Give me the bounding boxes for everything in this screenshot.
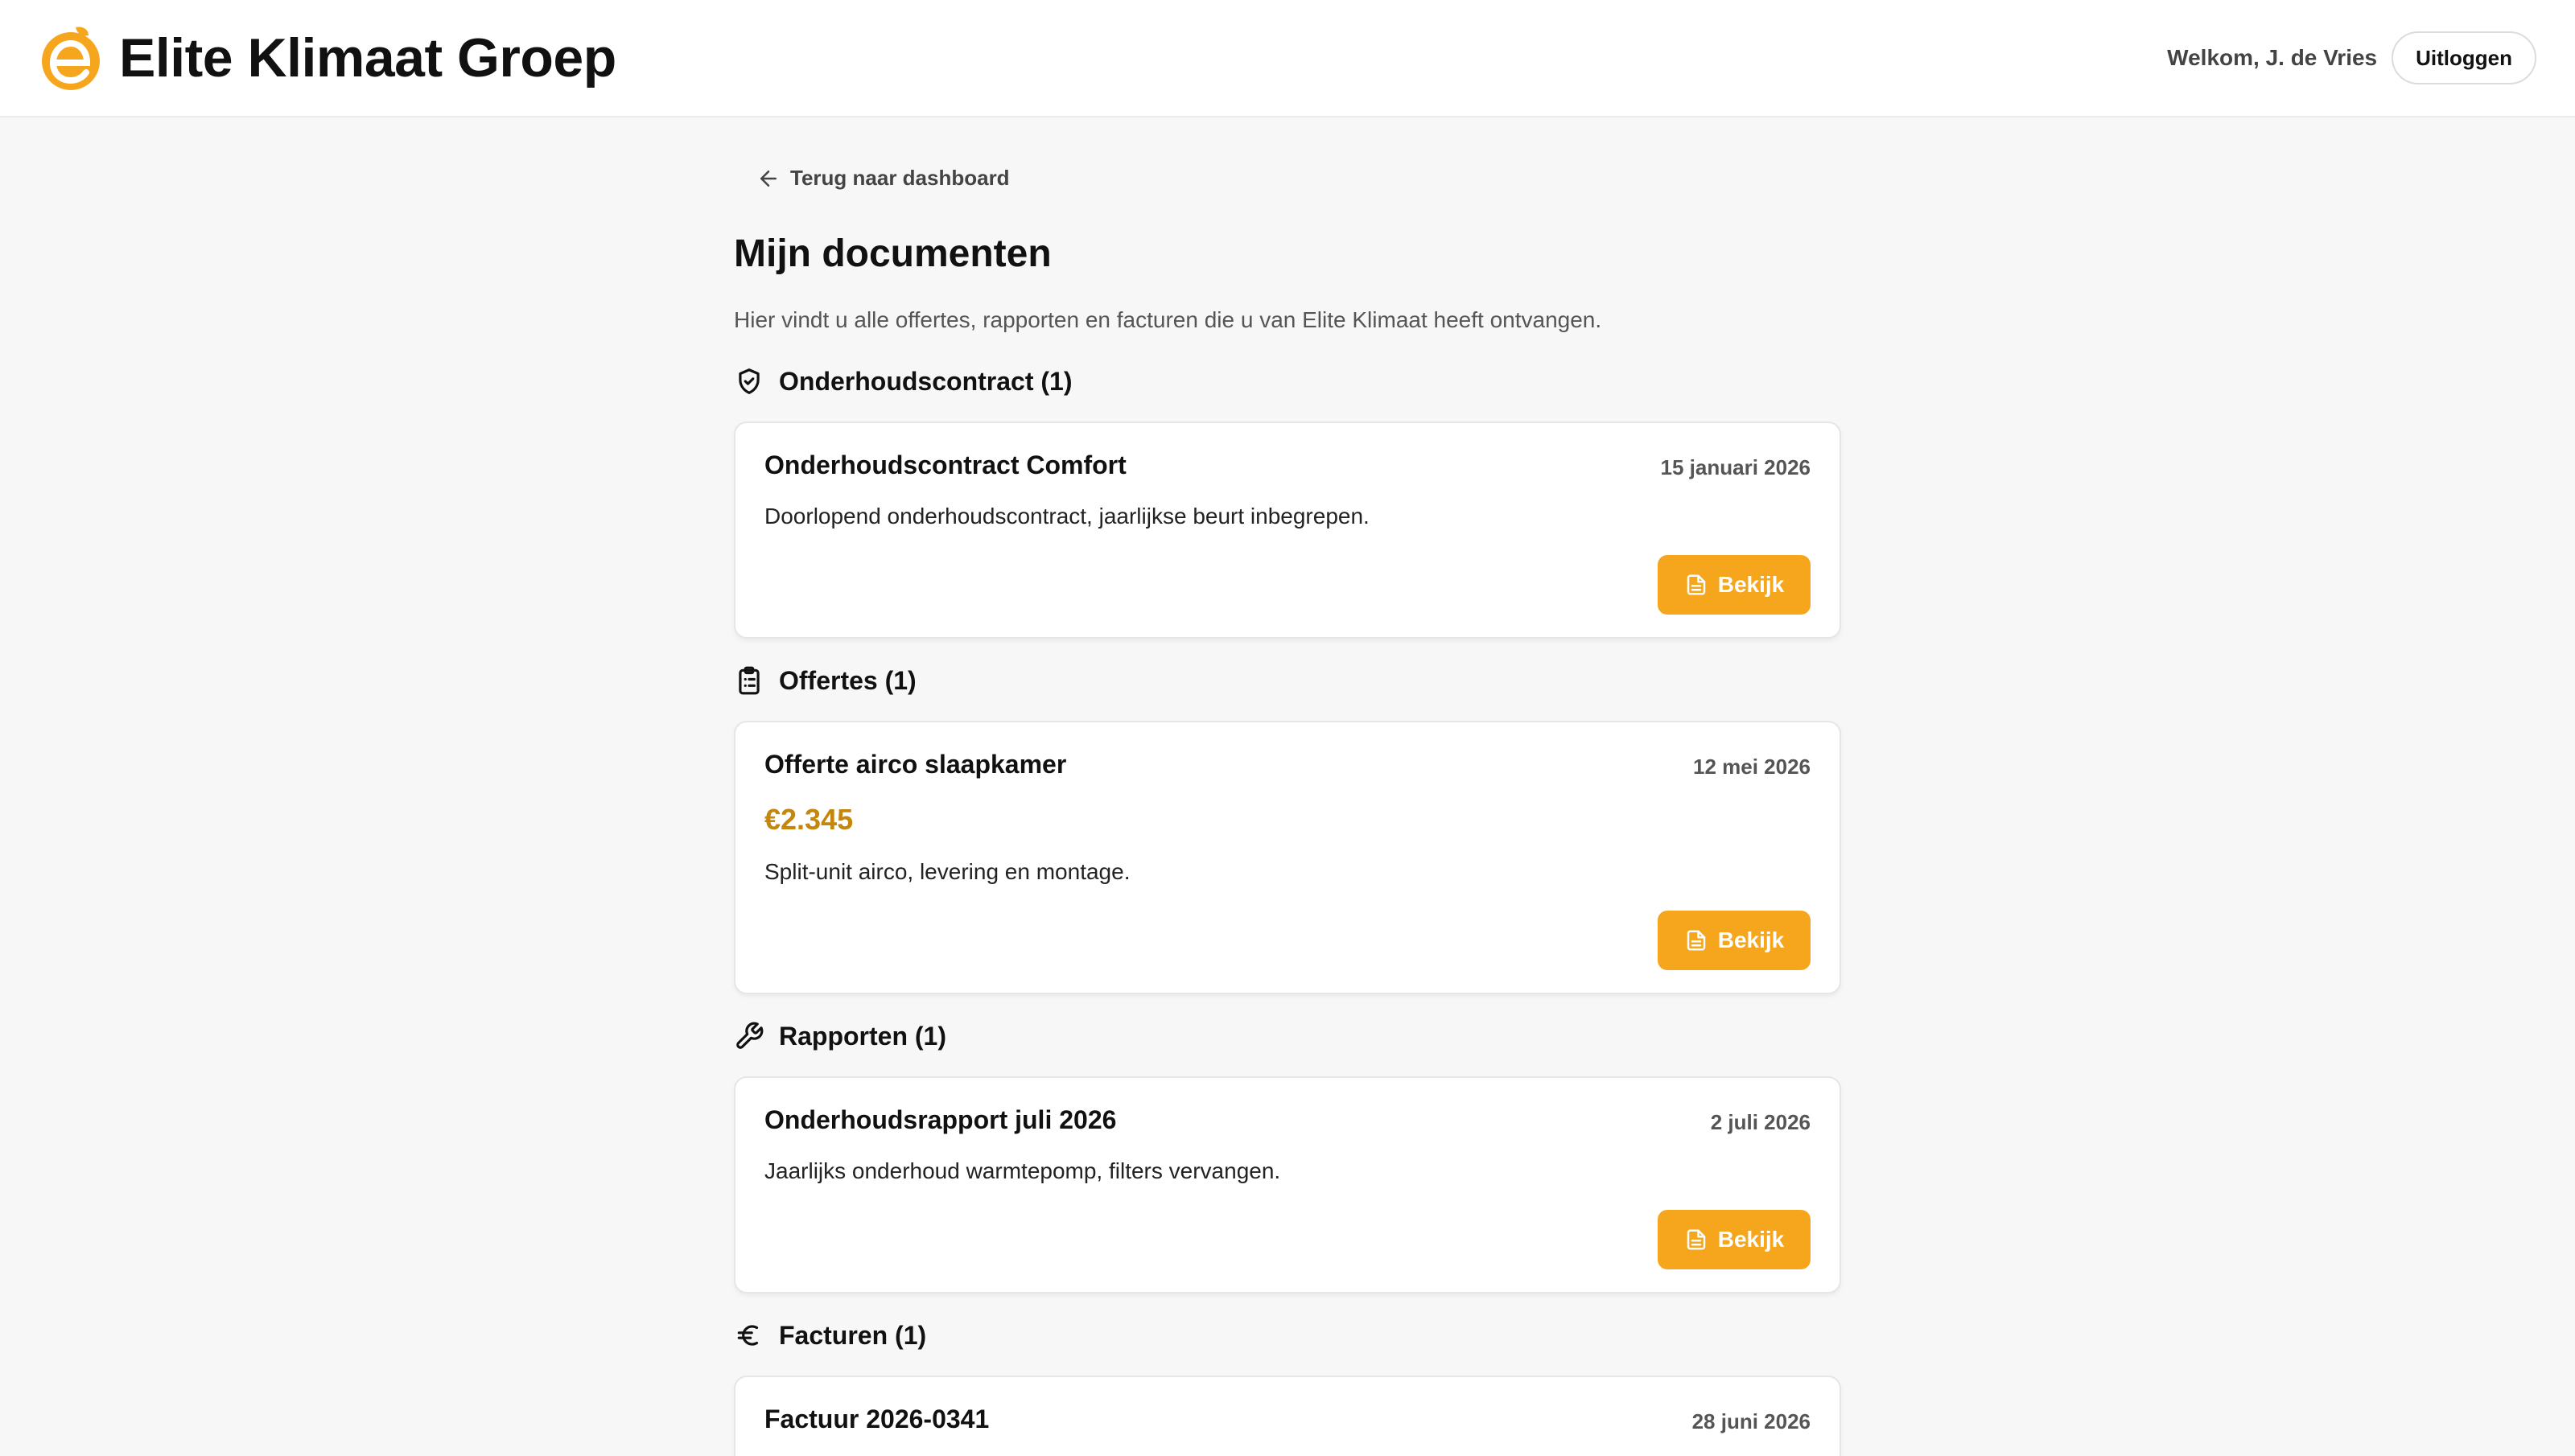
section-title-invoices: Facturen (1) <box>779 1320 927 1350</box>
document-card-report: Onderhoudsrapport juli 2026 2 juli 2026 … <box>734 1076 1841 1294</box>
document-date: 15 januari 2026 <box>1660 455 1811 479</box>
logo-icon <box>42 27 100 90</box>
back-to-dashboard-link[interactable]: Terug naar dashboard <box>756 166 1010 191</box>
quote-amount: €2.345 <box>764 803 854 836</box>
section-header-quotes: Offertes (1) <box>734 663 917 698</box>
section-title-quotes: Offertes (1) <box>779 665 917 695</box>
section-header-contract: Onderhoudscontract (1) <box>734 364 1072 399</box>
document-description: Split-unit airco, levering en montage. <box>764 859 1131 884</box>
view-quote-button[interactable]: Bekijk <box>1658 911 1811 970</box>
file-text-icon <box>1687 574 1705 595</box>
section-title-contract: Onderhoudscontract (1) <box>779 366 1073 396</box>
document-card-contract: Onderhoudscontract Comfort 15 januari 20… <box>734 422 1841 639</box>
view-button-label: Bekijk <box>1717 572 1785 597</box>
document-title: Factuur 2026-0341 <box>764 1405 990 1433</box>
wrench-icon <box>736 1022 764 1049</box>
shield-check-icon <box>739 368 760 394</box>
section-header-invoices: Facturen (1) <box>734 1318 926 1353</box>
page-title: Mijn documenten <box>734 232 1052 275</box>
document-date: 2 juli 2026 <box>1710 1110 1811 1134</box>
document-date: 12 mei 2026 <box>1692 755 1811 779</box>
clipboard-list-icon <box>739 666 760 695</box>
user-area: Welkom, J. de Vries Uitloggen <box>2167 31 2536 85</box>
euro-icon <box>737 1325 759 1346</box>
document-description: Doorlopend onderhoudscontract, jaarlijks… <box>764 504 1370 529</box>
brand-logo[interactable]: Elite Klimaat Groep <box>37 24 616 92</box>
file-text-icon <box>1687 1229 1705 1250</box>
back-link-label: Terug naar dashboard <box>790 166 1010 190</box>
view-contract-button[interactable]: Bekijk <box>1658 555 1811 615</box>
welcome-text: Welkom, J. de Vries <box>2167 45 2378 70</box>
document-card-quote: Offerte airco slaapkamer 12 mei 2026 €2.… <box>734 721 1841 994</box>
view-report-button[interactable]: Bekijk <box>1658 1210 1811 1269</box>
document-title: Onderhoudscontract Comfort <box>764 450 1127 479</box>
document-date: 28 juni 2026 <box>1691 1409 1811 1433</box>
brand-name: Elite Klimaat Groep <box>119 27 616 88</box>
document-description: Jaarlijks onderhoud warmtepomp, filters … <box>764 1158 1281 1183</box>
page-description: Hier vindt u alle offertes, rapporten en… <box>734 307 1602 332</box>
document-card-invoice: Factuur 2026-0341 28 juni 2026 <box>734 1376 1841 1456</box>
view-button-label: Bekijk <box>1717 927 1785 952</box>
section-header-reports: Rapporten (1) <box>734 1018 946 1054</box>
view-button-label: Bekijk <box>1717 1227 1785 1252</box>
document-title: Onderhoudsrapport juli 2026 <box>764 1105 1117 1134</box>
document-title: Offerte airco slaapkamer <box>764 750 1067 779</box>
section-title-reports: Rapporten (1) <box>779 1021 946 1051</box>
logout-button[interactable]: Uitloggen <box>2392 31 2536 84</box>
arrow-left-icon <box>760 170 777 187</box>
file-text-icon <box>1687 930 1705 951</box>
top-header: Elite Klimaat Groep Welkom, J. de Vries … <box>0 0 2575 117</box>
